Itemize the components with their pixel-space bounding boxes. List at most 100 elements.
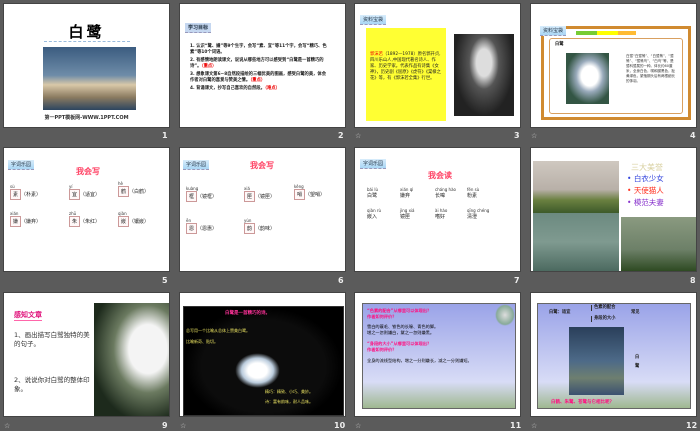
footer-text: 第一PPT模板网-WWW.1PPT.COM [44,115,129,121]
character: 朱 [69,216,81,227]
word-item: kuàng 框（镜框） [186,186,217,202]
slide-number: 2 [338,131,344,140]
slide-thumbnail-9[interactable]: 感知文章 1、画出描写白鹭独特的美的句子。 2、说说你对白鹭的整体印象。 [3,292,170,417]
egret-photo [566,53,609,104]
slide-number: 5 [162,276,168,285]
question-1: 1、画出描写白鹭独特的美的句子。 [14,331,90,348]
slide-heading: 我会读 [428,171,452,180]
slide-thumbnail-11[interactable]: “色素的配合”从哪里可以体现出？ 作者如何评价？ 雪白的蓑毛、铁色的长喙、青色的… [354,292,521,417]
egret-photo [569,327,624,395]
brace-item-1: 色素的配合 [591,305,615,311]
slide-thumbnail-8[interactable]: 三大美誉 • 白衣少女 • 天使猫人 • 模范夫妻 [530,147,697,272]
slide-thumbnail-2[interactable]: 学习目标 1. 认识“鹭、嫌”等9个生字，会写“素、宜”等11个字，会写“精巧、… [179,3,346,128]
character: 匣 [244,191,256,202]
slide-thumbnail-10[interactable]: 白鹭是一首精巧的诗。 总写用一个比喻从总体上赞美白鹭。 比喻新奇、贴切。 精巧：… [179,292,346,417]
animation-icon[interactable]: ☆ [531,132,537,140]
slide-number: 12 [686,421,698,430]
word-item: kěng 哨（望哨） [294,184,325,200]
objective-1: 1. 认识“鹭、嫌”等9个生字，会写“素、宜”等11个字，会写“精巧、色素”等1… [190,44,330,56]
objective-note: （重点） [250,78,266,83]
slide-number: 6 [338,276,344,285]
word-item: qiàn 嵌（镶嵌） [118,211,149,227]
line-1: 总写用一个比喻从总体上赞美白鹭。 [186,328,250,333]
objective-2: 2. 有感情地朗读课文，说说从哪些地方可以感受到“白鹭是一首精巧的诗”。（重点） [190,58,330,70]
slide-number: 11 [510,421,522,430]
author-portrait [454,34,514,116]
word-item: ēn 恩（恩惠） [186,218,217,234]
answer: 全身的流线型结构，增之一分则嫌长，减之一分则嫌短。 [367,358,472,363]
author-bio: 郭沫若（1892—1978）原名郭开贞,四川乐山人,中国现代著名诗人、作家、历史… [366,28,446,121]
slide-number: 10 [334,421,346,430]
question-2: 2、说说你对白鹭的整体印象。 [14,376,90,393]
word-item: jìng xiá 镜匣 [400,208,415,220]
objective-3: 3. 想象课文第6~8自然段描绘的三幅优美的图画，感受白鹭的美，体会作者对白鹭的… [190,72,330,84]
slide-thumbnail-4[interactable]: 资料宝袋 白鹭 白鹭“白鹭鸶”、“白鹭鸶”、“鹭鸶”、“鹭鸶鸟”、“白鸟”等，是… [530,3,697,128]
section-tag: 资料宝袋 [540,26,567,36]
analysis-text: “色素的配合”从哪里可以体现出？ 作者如何评价？ 雪白的蓑毛、铁色的长喙、青色的… [367,308,517,364]
egret-description: 白鹭“白鹭鸶”、“白鹭鸶”、“鹭鸶”、“鹭鸶鸟”、“白鸟”等，是鹭科鹭属的一种。… [626,54,675,83]
slide-thumbnail-7[interactable]: 字词乐园 我会读 bái lù 白鹭 xián qì 嫌弃 cháng hào 长嗥 … [354,147,521,272]
objectives-list: 1. 认识“鹭、嫌”等9个生字，会写“素、宜”等11个字，会写“精巧、色素”等1… [190,44,330,92]
slide-title: 白鹭 [68,23,105,41]
objective-note: （重点） [201,64,217,69]
slide-thumbnail-6[interactable]: 字词乐园 我会写 kuàng 框（镜框） xiá 匣（镜匣） kěng 哨（望哨） ē… [179,147,346,272]
egret-photo [94,303,169,416]
character: 嫌 [10,216,22,227]
animation-icon[interactable]: ☆ [355,132,361,140]
word-item: ài hào 嗜好 [435,208,447,220]
question: 作者如何评价？ [367,314,397,319]
brace-item-2: 身段的大小 [591,316,615,322]
word-item: qīng chéng 清澄 [467,208,489,220]
character: 素 [10,189,22,200]
word: 粉素 [467,193,478,199]
slide-number: 8 [690,276,696,285]
word: （镜框） [197,194,218,200]
word: （朱红） [80,219,101,225]
word: 白鹭 [367,193,378,199]
label: 白鹭：适宜 [549,310,571,315]
word: （朴素） [21,192,42,198]
word: （白鹤） [129,189,150,195]
divider [44,41,130,42]
word-item: xián 嫌（嫌弃） [10,211,41,227]
section-tag: 学习目标 [185,23,212,33]
animation-icon[interactable]: ☆ [531,422,537,430]
word: （镜匣） [255,194,276,200]
word-item: qiàn rù 嵌入 [367,208,381,220]
objective-text: 4. 背诵课文，抄写自己喜欢的自然段。 [190,86,265,91]
character: 韵 [244,223,256,234]
animation-icon[interactable]: ☆ [355,422,361,430]
slide-heading: 三大美誉 [631,163,663,172]
author-name: 郭沫若 [370,52,383,57]
word: （镶嵌） [129,219,150,225]
word-item: xián qì 嫌弃 [400,187,413,199]
animation-icon[interactable]: ☆ [180,422,186,430]
objective-text: 1. 认识“鹭、嫌”等9个生字，会写“素、宜”等11个字，会写“精巧、色素”等1… [190,44,327,55]
word-item: sù 素（朴素） [10,184,41,200]
word-item: yùn 韵（韵味） [244,218,275,234]
word: （适宜） [80,192,101,198]
slide-number: 9 [162,421,168,430]
word-item: fěn sù 粉素 [467,187,479,199]
color-bar [576,31,636,35]
slide-number: 4 [690,131,696,140]
slide-thumbnail-12[interactable]: 白鹭：适宜 色素的配合 身段的大小 常见 白鹭 白鹤、朱鹭、苍鹭与它相比呢？ [530,292,697,417]
line-2: 比喻新奇、贴切。 [186,339,218,344]
word-item: xiá 匣（镜匣） [244,186,275,202]
slide-thumbnail-1[interactable]: 白鹭 第一PPT模板网-WWW.1PPT.COM [3,3,170,128]
slide-thumbnail-5[interactable]: 字词乐园 我会写 sù 素（朴素） yí 宜（适宜） hè 鹤（白鹤） xián 嫌（嫌… [3,147,170,272]
objective-4: 4. 背诵课文，抄写自己喜欢的自然段。（难点） [190,86,330,92]
slide-thumbnail-3[interactable]: 资料宝袋 郭沫若（1892—1978）原名郭开贞,四川乐山人,中国现代著名诗人、… [354,3,521,128]
character: 嵌 [118,216,130,227]
honor-item-1: • 白衣少女 [627,174,664,183]
question: 作者如何评价？ [367,347,397,352]
slide-number: 7 [514,276,520,285]
word: 嫌弃 [400,193,411,199]
animation-icon[interactable]: ☆ [4,422,10,430]
section-tag: 字词乐园 [183,160,210,170]
slide-number: 3 [514,131,520,140]
right-label: 常见 [631,310,640,315]
honor-text: 白衣少女 [633,174,664,183]
character: 框 [186,191,198,202]
character: 宜 [69,189,81,200]
